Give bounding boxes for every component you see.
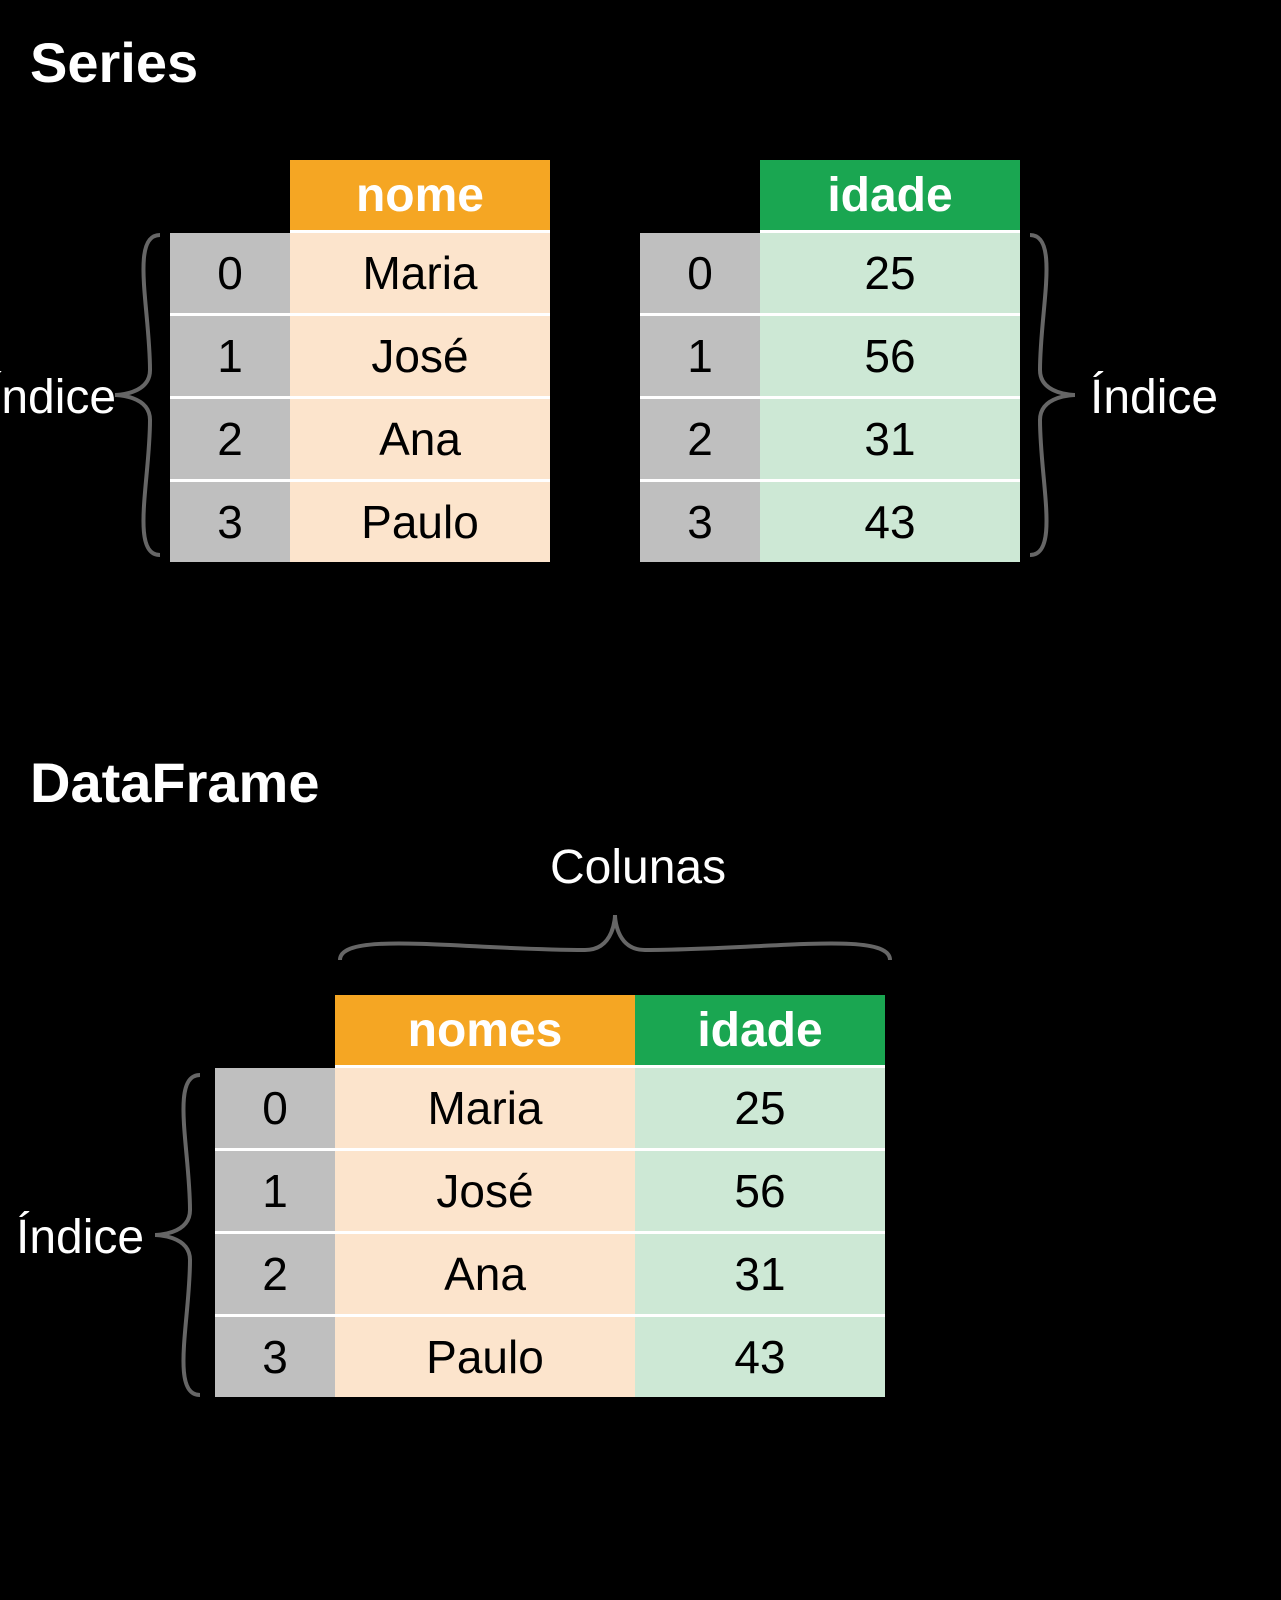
label-indice-right: Índice — [1090, 370, 1218, 425]
index-cell: 3 — [640, 482, 760, 562]
value-cell: 56 — [635, 1151, 885, 1234]
label-indice-df: Índice — [16, 1210, 144, 1265]
brace-df-left-icon — [150, 1070, 210, 1400]
dataframe-header-row: nomes idade — [215, 995, 885, 1068]
value-cell: José — [290, 316, 550, 399]
series-idade-header: idade — [760, 160, 1020, 233]
table-row: 0 Maria — [170, 233, 550, 316]
value-cell: 31 — [635, 1234, 885, 1317]
value-cell: 56 — [760, 316, 1020, 399]
index-cell: 3 — [215, 1317, 335, 1397]
index-cell: 1 — [640, 316, 760, 399]
spacer — [170, 160, 290, 230]
index-cell: 3 — [170, 482, 290, 562]
table-row: 3 43 — [640, 482, 1020, 562]
table-row: 2 31 — [640, 399, 1020, 482]
value-cell: Ana — [335, 1234, 635, 1317]
table-row: 0 25 — [640, 233, 1020, 316]
table-row: 1 José — [170, 316, 550, 399]
value-cell: Paulo — [335, 1317, 635, 1397]
table-row: 0 Maria 25 — [215, 1068, 885, 1151]
title-dataframe: DataFrame — [30, 750, 319, 815]
brace-top-icon — [335, 910, 895, 970]
value-cell: 31 — [760, 399, 1020, 482]
label-indice-left: Índice — [0, 370, 116, 425]
series-idade: idade 0 25 1 56 2 31 3 43 — [640, 160, 1020, 562]
series-nome-header-row: nome — [170, 160, 550, 233]
value-cell: 43 — [760, 482, 1020, 562]
table-row: 1 56 — [640, 316, 1020, 399]
value-cell: 25 — [635, 1068, 885, 1151]
index-cell: 0 — [170, 233, 290, 316]
label-colunas: Colunas — [550, 840, 726, 895]
index-cell: 0 — [215, 1068, 335, 1151]
title-series: Series — [30, 30, 198, 95]
index-cell: 1 — [170, 316, 290, 399]
table-row: 3 Paulo — [170, 482, 550, 562]
value-cell: Paulo — [290, 482, 550, 562]
value-cell: 43 — [635, 1317, 885, 1397]
index-cell: 2 — [640, 399, 760, 482]
table-row: 2 Ana 31 — [215, 1234, 885, 1317]
dataframe-col-nomes: nomes — [335, 995, 635, 1068]
spacer — [640, 160, 760, 230]
brace-left-icon — [110, 230, 170, 560]
series-nome: nome 0 Maria 1 José 2 Ana 3 Paulo — [170, 160, 550, 562]
value-cell: 25 — [760, 233, 1020, 316]
spacer — [215, 995, 335, 1065]
table-row: 3 Paulo 43 — [215, 1317, 885, 1397]
value-cell: Maria — [290, 233, 550, 316]
dataframe-col-idade: idade — [635, 995, 885, 1068]
table-row: 2 Ana — [170, 399, 550, 482]
index-cell: 1 — [215, 1151, 335, 1234]
value-cell: Ana — [290, 399, 550, 482]
value-cell: José — [335, 1151, 635, 1234]
index-cell: 2 — [215, 1234, 335, 1317]
dataframe-table: nomes idade 0 Maria 25 1 José 56 2 Ana 3… — [215, 995, 885, 1397]
brace-right-icon — [1020, 230, 1080, 560]
value-cell: Maria — [335, 1068, 635, 1151]
series-idade-header-row: idade — [640, 160, 1020, 233]
table-row: 1 José 56 — [215, 1151, 885, 1234]
index-cell: 0 — [640, 233, 760, 316]
index-cell: 2 — [170, 399, 290, 482]
series-nome-header: nome — [290, 160, 550, 233]
